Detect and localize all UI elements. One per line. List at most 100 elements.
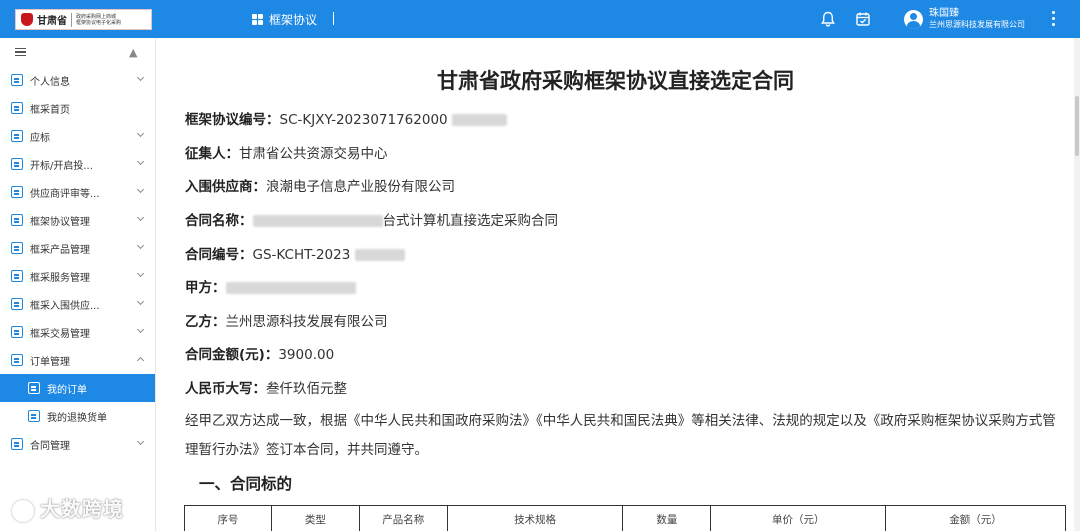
field-supplier: 入围供应商：浪潮电子信息产业股份有限公司 bbox=[185, 175, 455, 195]
sidebar-item[interactable]: 应标 bbox=[0, 122, 155, 150]
chevron-down-icon[interactable] bbox=[136, 73, 145, 82]
field-contract-no: 合同编号：GS-KCHT-2023 bbox=[185, 243, 405, 263]
field-value: 甘肃省公共资源交易中心 bbox=[239, 146, 388, 162]
sidebar-item[interactable]: 合同管理 bbox=[0, 430, 155, 458]
redacted-text bbox=[225, 282, 356, 294]
chevron-down-icon[interactable] bbox=[136, 185, 145, 194]
sidebar-item[interactable]: 框采首页 bbox=[0, 94, 155, 122]
field-label: 人民币大写： bbox=[185, 381, 266, 397]
field-amount-words: 人民币大写：叁仟玖佰元整 bbox=[185, 377, 347, 397]
field-value: 叁仟玖佰元整 bbox=[266, 381, 347, 397]
section-title: 一、合同标的 bbox=[199, 475, 293, 493]
chevron-down-icon[interactable] bbox=[136, 129, 145, 138]
sidebar-item-label: 框采入围供应... bbox=[30, 300, 100, 312]
redacted-text bbox=[252, 215, 383, 227]
logo-name: 甘肃省 bbox=[37, 16, 67, 27]
sidebar-item[interactable]: 框采服务管理 bbox=[0, 262, 155, 290]
watermark: 大数跨境 bbox=[12, 493, 124, 522]
sidebar-item[interactable]: 供应商评审等... bbox=[0, 178, 155, 206]
sidebar-item-label: 个人信息 bbox=[30, 76, 70, 88]
col-header: 序号 bbox=[184, 505, 272, 531]
field-value: 3900.00 bbox=[278, 347, 335, 363]
emblem-icon bbox=[21, 13, 33, 26]
sidebar-item-label: 框采首页 bbox=[30, 104, 70, 116]
redacted-text bbox=[451, 114, 507, 126]
site-logo[interactable]: 甘肃省 政府采购网上商城 框架协议电子化采购 bbox=[15, 9, 152, 30]
chevron-down-icon[interactable] bbox=[136, 297, 145, 306]
scrollbar[interactable] bbox=[1074, 38, 1080, 531]
col-header: 数量 bbox=[622, 505, 712, 531]
sidebar-item[interactable]: 我的退换货单 bbox=[0, 402, 155, 430]
chevron-down-icon[interactable] bbox=[136, 213, 145, 222]
field-label: 征集人： bbox=[185, 146, 239, 162]
sidebar-item[interactable]: 我的订单 bbox=[0, 374, 155, 402]
field-amount: 合同金额(元)：3900.00 bbox=[185, 343, 334, 363]
trade-icon bbox=[11, 326, 23, 338]
redacted-text bbox=[354, 249, 405, 261]
open-bid-icon bbox=[11, 158, 23, 170]
field-label: 合同编号： bbox=[185, 247, 253, 263]
scroll-thumb[interactable] bbox=[1075, 96, 1079, 156]
field-value: SC-KJXY-2023071762000 bbox=[279, 112, 448, 128]
user-menu[interactable]: 珠国臻 兰州思源科技发展有限公司 bbox=[904, 8, 1025, 30]
col-header: 类型 bbox=[270, 505, 360, 531]
chevron-down-icon[interactable] bbox=[136, 157, 145, 166]
chevron-down-icon[interactable] bbox=[136, 269, 145, 278]
sidebar-item[interactable]: 订单管理 bbox=[0, 346, 155, 374]
user-info: 珠国臻 兰州思源科技发展有限公司 bbox=[929, 8, 1025, 30]
inbox-icon[interactable] bbox=[854, 10, 872, 28]
sidebar-item[interactable]: 开标/开启投... bbox=[0, 150, 155, 178]
user-org: 兰州思源科技发展有限公司 bbox=[929, 20, 1025, 29]
field-value: 台式计算机直接选定采购合同 bbox=[382, 213, 559, 229]
avatar bbox=[904, 9, 923, 29]
top-bar: 甘肃省 政府采购网上商城 框架协议电子化采购 框架协议 珠国臻 兰州思源科技发展… bbox=[0, 0, 1080, 38]
sidebar-item[interactable]: 框采产品管理 bbox=[0, 234, 155, 262]
hamburger-icon[interactable] bbox=[15, 48, 26, 56]
nav-framework-agreement[interactable]: 框架协议 bbox=[252, 11, 317, 28]
my-order-icon bbox=[28, 382, 40, 394]
col-header: 技术规格 bbox=[446, 505, 624, 531]
sidebar-item[interactable]: 框采入围供应... bbox=[0, 290, 155, 318]
agreement-icon bbox=[11, 214, 23, 226]
col-header: 金额（元） bbox=[885, 505, 1066, 531]
col-header: 单价（元） bbox=[710, 505, 887, 531]
field-contract-name: 合同名称： 台式计算机直接选定采购合同 bbox=[185, 209, 558, 229]
field-agreement-no: 框架协议编号：SC-KJXY-2023071762000 bbox=[185, 108, 507, 128]
pin-icon[interactable]: ▲ bbox=[129, 46, 137, 59]
contract-preamble: 经甲乙双方达成一致，根据《中华人民共和国政府采购法》《中华人民共和国民法典》等相… bbox=[185, 413, 1056, 458]
field-label: 入围供应商： bbox=[185, 179, 266, 195]
more-icon[interactable] bbox=[1052, 11, 1055, 26]
sidebar-item-label: 框采服务管理 bbox=[30, 272, 90, 284]
sidebar-item-label: 框采产品管理 bbox=[30, 244, 90, 256]
field-label: 合同名称： bbox=[185, 213, 253, 229]
chevron-down-icon[interactable] bbox=[136, 241, 145, 250]
sidebar-item-label: 我的订单 bbox=[47, 384, 87, 396]
bell-icon[interactable] bbox=[819, 10, 837, 28]
nav-label: 框架协议 bbox=[269, 13, 318, 27]
field-party-b: 乙方：兰州思源科技发展有限公司 bbox=[185, 310, 388, 330]
logo-subtitle-line2: 框架协议电子化采购 bbox=[76, 19, 122, 26]
sidebar-item[interactable]: 框架协议管理 bbox=[0, 206, 155, 234]
contract-icon bbox=[11, 438, 23, 450]
user-name: 珠国臻 bbox=[929, 8, 959, 19]
product-icon bbox=[11, 242, 23, 254]
home-doc-icon bbox=[11, 102, 23, 114]
field-value: 浪潮电子信息产业股份有限公司 bbox=[266, 179, 455, 195]
field-party-a: 甲方： bbox=[185, 276, 356, 296]
sidebar-item[interactable]: 框采交易管理 bbox=[0, 318, 155, 346]
watermark-text: 大数跨境 bbox=[40, 497, 124, 521]
chevron-up-icon[interactable] bbox=[136, 356, 145, 365]
grid-icon bbox=[252, 14, 263, 25]
chevron-down-icon[interactable] bbox=[136, 325, 145, 334]
field-label: 合同金额(元)： bbox=[185, 347, 279, 363]
sidebar-item-label: 订单管理 bbox=[30, 356, 70, 368]
field-label: 甲方： bbox=[185, 280, 226, 296]
return-icon bbox=[28, 410, 40, 422]
watermark-logo-icon bbox=[12, 499, 34, 522]
chevron-down-icon[interactable] bbox=[136, 437, 145, 446]
sidebar-item[interactable]: 个人信息 bbox=[0, 66, 155, 94]
contract-document: 甘肃省政府采购框架协议直接选定合同 框架协议编号：SC-KJXY-2023071… bbox=[157, 38, 1074, 531]
field-value: GS-KCHT-2023 bbox=[252, 247, 351, 263]
service-icon bbox=[11, 270, 23, 282]
supplier-icon bbox=[11, 298, 23, 310]
